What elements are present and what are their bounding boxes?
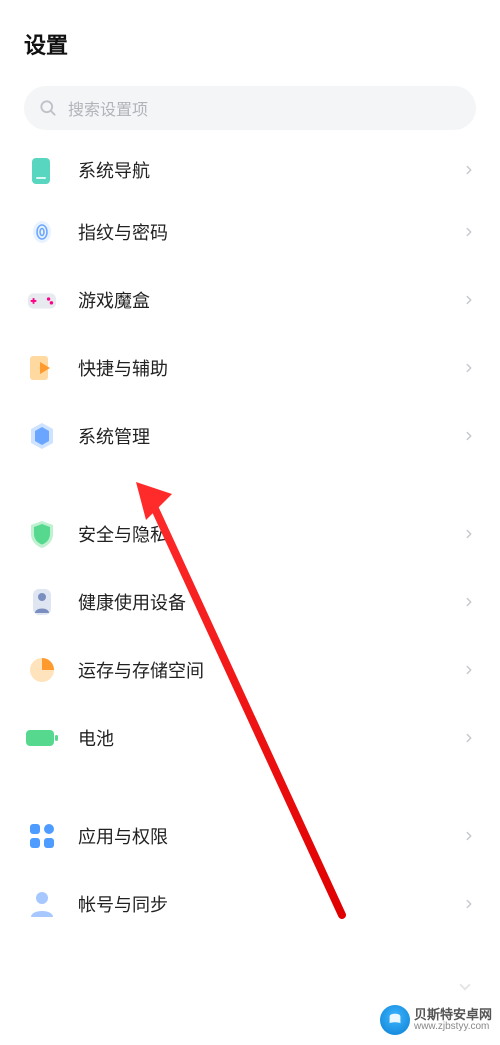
group-separator bbox=[8, 772, 492, 802]
list-item-battery[interactable]: 电池 bbox=[8, 704, 492, 772]
list-item-fingerprint-password[interactable]: 指纹与密码 bbox=[8, 198, 492, 266]
page-title: 设置 bbox=[24, 28, 476, 60]
fingerprint-icon bbox=[24, 214, 60, 250]
search-placeholder: 搜索设置项 bbox=[68, 96, 148, 120]
item-label: 运存与存储空间 bbox=[78, 657, 462, 683]
gamepad-icon bbox=[24, 282, 60, 318]
hex-icon bbox=[24, 418, 60, 454]
list-item-shortcut-access[interactable]: 快捷与辅助 bbox=[8, 334, 492, 402]
search-icon bbox=[38, 98, 58, 118]
chevron-right-icon bbox=[462, 829, 476, 843]
list-item-apps-permissions[interactable]: 应用与权限 bbox=[8, 802, 492, 870]
list-item-storage[interactable]: 运存与存储空间 bbox=[8, 636, 492, 704]
list-item-digital-wellbeing[interactable]: 健康使用设备 bbox=[8, 568, 492, 636]
chevron-right-icon bbox=[462, 527, 476, 541]
watermark-line1: 贝斯特安卓网 bbox=[414, 1008, 492, 1022]
item-label: 健康使用设备 bbox=[78, 589, 462, 615]
item-label: 快捷与辅助 bbox=[78, 355, 462, 381]
chevron-right-icon bbox=[462, 225, 476, 239]
chevron-right-icon bbox=[462, 595, 476, 609]
list-item-game-box[interactable]: 游戏魔盒 bbox=[8, 266, 492, 334]
apps-icon bbox=[24, 818, 60, 854]
chevron-right-icon bbox=[462, 361, 476, 375]
header: 设置 bbox=[0, 0, 500, 76]
storage-icon bbox=[24, 652, 60, 688]
chevron-right-icon bbox=[462, 731, 476, 745]
nav-icon bbox=[24, 152, 60, 188]
list-item-accounts-sync[interactable]: 帐号与同步 bbox=[8, 870, 492, 938]
settings-list: 系统导航 指纹与密码 游戏魔盒 快捷与辅助 系统管理 安 bbox=[0, 142, 500, 938]
item-label: 应用与权限 bbox=[78, 823, 462, 849]
watermark-logo-icon bbox=[380, 1005, 410, 1035]
item-label: 电池 bbox=[78, 725, 462, 751]
watermark: 贝斯特安卓网 www.zjbstyy.com bbox=[380, 1005, 492, 1035]
list-item-system-manage[interactable]: 系统管理 bbox=[8, 402, 492, 470]
search-bar[interactable]: 搜索设置项 bbox=[24, 86, 476, 130]
list-item-security-privacy[interactable]: 安全与隐私 bbox=[8, 500, 492, 568]
chevron-right-icon bbox=[462, 663, 476, 677]
item-label: 安全与隐私 bbox=[78, 521, 462, 547]
list-item-system-nav[interactable]: 系统导航 bbox=[8, 142, 492, 198]
account-icon bbox=[24, 886, 60, 922]
chevron-right-icon bbox=[462, 163, 476, 177]
battery-icon bbox=[24, 720, 60, 756]
shield-icon bbox=[24, 516, 60, 552]
chevron-right-icon bbox=[462, 429, 476, 443]
group-separator bbox=[8, 470, 492, 500]
item-label: 指纹与密码 bbox=[78, 219, 462, 245]
chevron-right-icon bbox=[462, 293, 476, 307]
wellbeing-icon bbox=[24, 584, 60, 620]
item-label: 帐号与同步 bbox=[78, 891, 462, 917]
watermark-line2: www.zjbstyy.com bbox=[414, 1022, 492, 1033]
scroll-indicator-icon bbox=[454, 975, 476, 989]
item-label: 游戏魔盒 bbox=[78, 287, 462, 313]
shortcut-icon bbox=[24, 350, 60, 386]
item-label: 系统管理 bbox=[78, 423, 462, 449]
item-label: 系统导航 bbox=[78, 157, 462, 183]
chevron-right-icon bbox=[462, 897, 476, 911]
